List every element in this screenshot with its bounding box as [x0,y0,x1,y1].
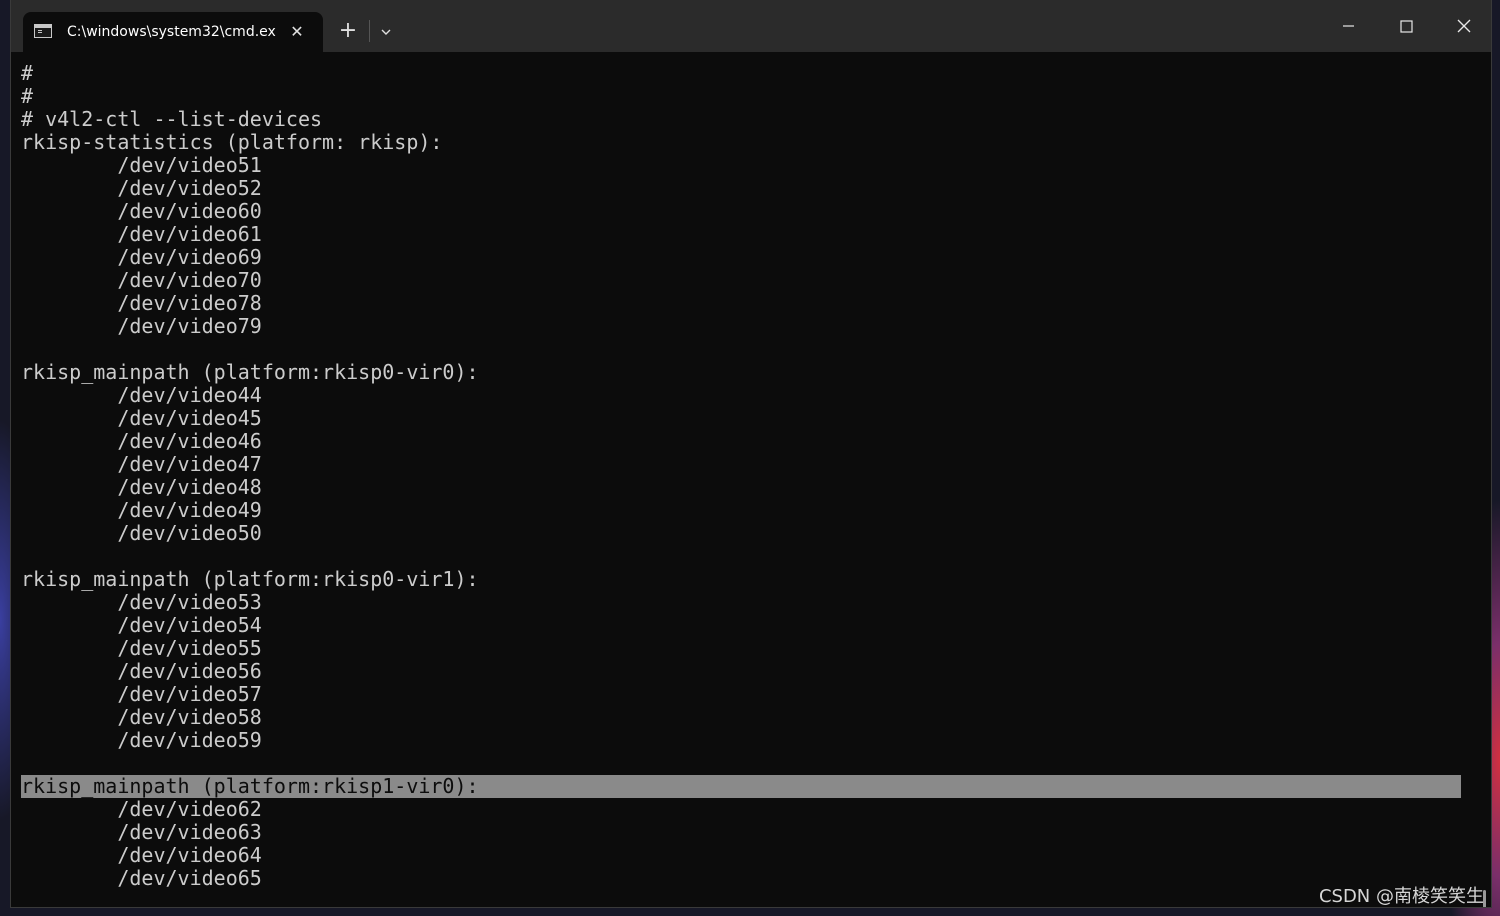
terminal-line: /dev/video48 [21,475,262,499]
terminal-line: /dev/video69 [21,245,262,269]
tab-cmd[interactable]: C:\windows\system32\cmd.ex ✕ [23,12,323,52]
close-icon [1457,19,1471,33]
terminal-line: rkisp_mainpath (platform:rkisp0-vir0): [21,360,479,384]
terminal-line: /dev/video65 [21,866,262,890]
minimize-button[interactable] [1319,0,1377,52]
terminal-line: /dev/video46 [21,429,262,453]
terminal-line: # [21,84,34,108]
terminal-icon [34,24,52,38]
tab-separator [369,20,370,42]
terminal-line: /dev/video47 [21,452,262,476]
maximize-icon [1400,20,1413,33]
chevron-down-icon [381,29,391,35]
terminal-line: /dev/video62 [21,797,262,821]
terminal-line: /dev/video64 [21,843,262,867]
desktop-background: C:\windows\system32\cmd.ex ✕ + # # # v4l… [0,0,1500,916]
terminal-line: /dev/video70 [21,268,262,292]
terminal-line-selected: rkisp_mainpath (platform:rkisp1-vir0): [21,775,1461,798]
terminal-output[interactable]: # # # v4l2-ctl --list-devices rkisp-statist… [11,52,1491,907]
terminal-line: /dev/video44 [21,383,262,407]
minimize-icon [1343,25,1354,27]
title-bar[interactable]: C:\windows\system32\cmd.ex ✕ + [11,0,1491,52]
terminal-line: /dev/video57 [21,682,262,706]
terminal-line: /dev/video56 [21,659,262,683]
terminal-line: /dev/video53 [21,590,262,614]
plus-icon: + [338,18,358,43]
terminal-line: /dev/video54 [21,613,262,637]
tab-dropdown-button[interactable] [373,18,399,46]
terminal-line: /dev/video55 [21,636,262,660]
terminal-line: /dev/video60 [21,199,262,223]
terminal-line: /dev/video52 [21,176,262,200]
tab-title: C:\windows\system32\cmd.ex [67,24,276,40]
terminal-line: /dev/video59 [21,728,262,752]
terminal-window: C:\windows\system32\cmd.ex ✕ + # # # v4l… [10,0,1492,908]
terminal-line: /dev/video61 [21,222,262,246]
terminal-line: rkisp-statistics (platform: rkisp): [21,130,443,154]
terminal-line: /dev/video58 [21,705,262,729]
terminal-line: # [21,61,34,85]
close-tab-button[interactable]: ✕ [285,20,309,44]
watermark: CSDN @南棱笑笑生 [1318,886,1484,907]
terminal-line: /dev/video49 [21,498,262,522]
terminal-line: /dev/video50 [21,521,262,545]
terminal-line: /dev/video63 [21,820,262,844]
terminal-line: /dev/video45 [21,406,262,430]
terminal-lines: # # # v4l2-ctl --list-devices rkisp-statist… [21,62,1461,890]
terminal-line: /dev/video78 [21,291,262,315]
maximize-button[interactable] [1377,0,1435,52]
terminal-line: rkisp_mainpath (platform:rkisp0-vir1): [21,567,479,591]
terminal-line: /dev/video51 [21,153,262,177]
terminal-line: # v4l2-ctl --list-devices [21,107,323,131]
close-window-button[interactable] [1435,0,1491,52]
new-tab-button[interactable]: + [333,18,363,46]
terminal-line: /dev/video79 [21,314,262,338]
